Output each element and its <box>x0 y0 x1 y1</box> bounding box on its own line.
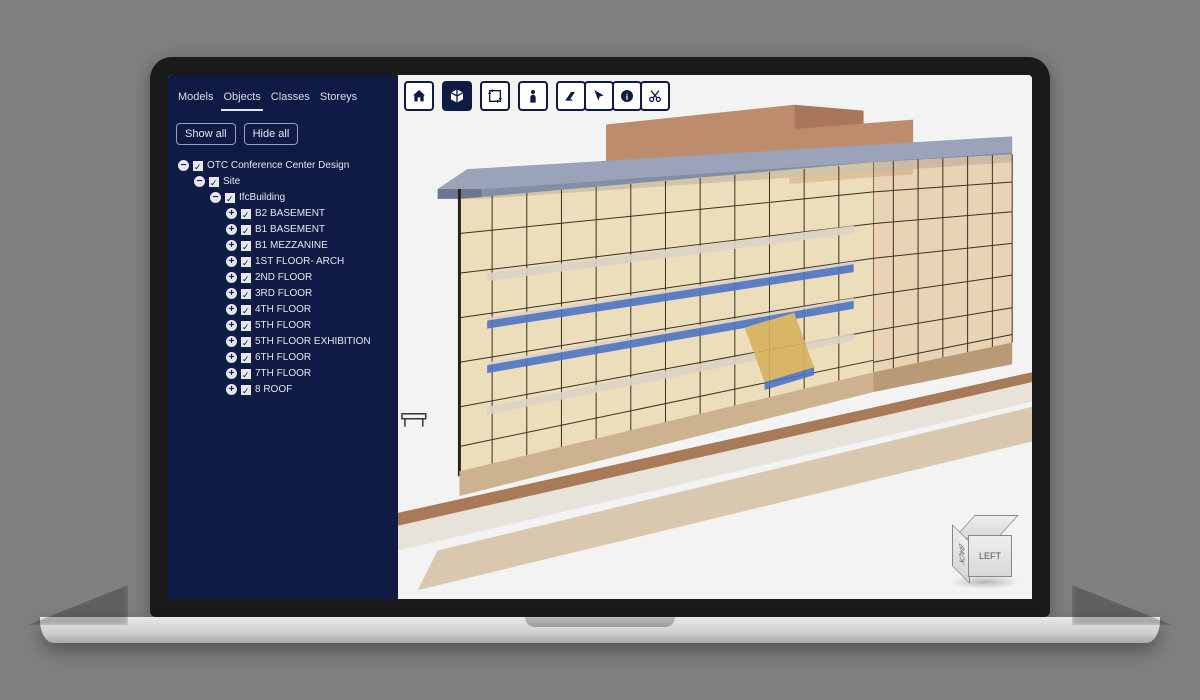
collapse-icon[interactable]: − <box>210 192 221 203</box>
node-label: 3RD FLOOR <box>255 286 312 301</box>
nav-cube-front[interactable]: LEFT <box>968 535 1012 577</box>
node-label: 6TH FLOOR <box>255 350 311 365</box>
node-label: 4TH FLOOR <box>255 302 311 317</box>
expand-icon[interactable]: + <box>226 208 237 219</box>
expand-icon[interactable]: + <box>226 368 237 379</box>
checkbox[interactable] <box>241 257 251 267</box>
checkbox[interactable] <box>241 385 251 395</box>
viewport-toolbar: i <box>404 81 670 111</box>
sidebar-panel: Models Objects Classes Storeys Show all … <box>168 75 398 599</box>
node-label: 5TH FLOOR EXHIBITION <box>255 334 371 349</box>
tree-node-building[interactable]: − IfcBuilding <box>210 190 392 205</box>
tree-node-storey[interactable]: +5TH FLOOR <box>226 318 392 333</box>
show-all-button[interactable]: Show all <box>176 123 236 145</box>
tree-node-storey[interactable]: +7TH FLOOR <box>226 366 392 381</box>
section-plane-icon <box>487 88 503 104</box>
expand-icon[interactable]: + <box>226 384 237 395</box>
laptop-screen: Models Objects Classes Storeys Show all … <box>150 57 1050 617</box>
tree-node-storey[interactable]: + B1 BASEMENT <box>226 222 392 237</box>
node-label: 7TH FLOOR <box>255 366 311 381</box>
node-label: 8 ROOF <box>255 382 292 397</box>
tab-storeys[interactable]: Storeys <box>318 87 359 111</box>
expand-icon[interactable]: + <box>226 240 237 251</box>
hide-all-button[interactable]: Hide all <box>244 123 299 145</box>
node-label: B2 BASEMENT <box>255 206 325 221</box>
building-render <box>398 75 1032 599</box>
laptop-hinge-notch <box>525 617 675 627</box>
tree-node-storey[interactable]: +2ND FLOOR <box>226 270 392 285</box>
select-button[interactable] <box>584 81 614 111</box>
tab-classes[interactable]: Classes <box>269 87 312 111</box>
checkbox[interactable] <box>225 193 235 203</box>
first-person-icon <box>525 88 541 104</box>
cube-icon <box>449 88 465 104</box>
node-label: 2ND FLOOR <box>255 270 312 285</box>
checkbox[interactable] <box>241 241 251 251</box>
home-icon <box>411 88 427 104</box>
tree-node-storey[interactable]: +5TH FLOOR EXHIBITION <box>226 334 392 349</box>
tree-node-storey[interactable]: +8 ROOF <box>226 382 392 397</box>
sidebar-tabs: Models Objects Classes Storeys <box>168 81 398 113</box>
object-tree: − OTC Conference Center Design − Site − … <box>168 153 398 404</box>
webcam-dot <box>596 64 604 72</box>
tree-node-storey[interactable]: +6TH FLOOR <box>226 350 392 365</box>
nav-cube-shadow <box>950 575 1020 589</box>
laptop-mockup: Models Objects Classes Storeys Show all … <box>150 57 1050 643</box>
collapse-icon[interactable]: − <box>178 160 189 171</box>
checkbox[interactable] <box>241 305 251 315</box>
expand-icon[interactable]: + <box>226 272 237 283</box>
checkbox[interactable] <box>241 369 251 379</box>
checkbox[interactable] <box>241 289 251 299</box>
first-person-button[interactable] <box>518 81 548 111</box>
node-label: 5TH FLOOR <box>255 318 311 333</box>
visibility-actions: Show all Hide all <box>168 113 398 153</box>
tree-node-storey[interactable]: +3RD FLOOR <box>226 286 392 301</box>
expand-icon[interactable]: + <box>226 288 237 299</box>
tree-node-root[interactable]: − OTC Conference Center Design <box>178 158 392 173</box>
node-label: B1 BASEMENT <box>255 222 325 237</box>
fit-view-button[interactable] <box>442 81 472 111</box>
tree-node-storey[interactable]: + B2 BASEMENT <box>226 206 392 221</box>
section-button[interactable] <box>480 81 510 111</box>
checkbox[interactable] <box>241 209 251 219</box>
tab-objects[interactable]: Objects <box>221 87 262 111</box>
checkbox[interactable] <box>241 273 251 283</box>
bim-viewer-app: Models Objects Classes Storeys Show all … <box>168 75 1032 599</box>
storeys-list: +B2 BASEMENT+B1 BASEMENT+B1 MEZZANINE+1S… <box>176 206 392 397</box>
hide-icon <box>563 88 579 104</box>
expand-icon[interactable]: + <box>226 256 237 267</box>
checkbox[interactable] <box>241 225 251 235</box>
info-button[interactable]: i <box>612 81 642 111</box>
hide-button[interactable] <box>556 81 586 111</box>
expand-icon[interactable]: + <box>226 336 237 347</box>
tree-node-storey[interactable]: +1ST FLOOR- ARCH <box>226 254 392 269</box>
cut-icon <box>647 88 663 104</box>
expand-icon[interactable]: + <box>226 352 237 363</box>
node-label: OTC Conference Center Design <box>207 158 349 173</box>
viewport-3d[interactable]: i <box>398 75 1032 599</box>
checkbox[interactable] <box>241 353 251 363</box>
checkbox[interactable] <box>241 337 251 347</box>
cut-button[interactable] <box>640 81 670 111</box>
checkbox[interactable] <box>209 177 219 187</box>
tree-node-site[interactable]: − Site <box>194 174 392 189</box>
expand-icon[interactable]: + <box>226 304 237 315</box>
expand-icon[interactable]: + <box>226 320 237 331</box>
checkbox[interactable] <box>193 161 203 171</box>
tree-node-storey[interactable]: +4TH FLOOR <box>226 302 392 317</box>
info-icon: i <box>619 88 635 104</box>
laptop-base <box>40 617 1160 643</box>
node-label: B1 MEZZANINE <box>255 238 328 253</box>
select-icon <box>591 88 607 104</box>
tree-node-storey[interactable]: + B1 MEZZANINE <box>226 238 392 253</box>
home-button[interactable] <box>404 81 434 111</box>
tab-models[interactable]: Models <box>176 87 215 111</box>
node-label: Site <box>223 174 240 189</box>
node-label: IfcBuilding <box>239 190 285 205</box>
checkbox[interactable] <box>241 321 251 331</box>
collapse-icon[interactable]: − <box>194 176 205 187</box>
node-label: 1ST FLOOR- ARCH <box>255 254 344 269</box>
nav-cube[interactable]: BACK LEFT <box>954 515 1018 579</box>
expand-icon[interactable]: + <box>226 224 237 235</box>
